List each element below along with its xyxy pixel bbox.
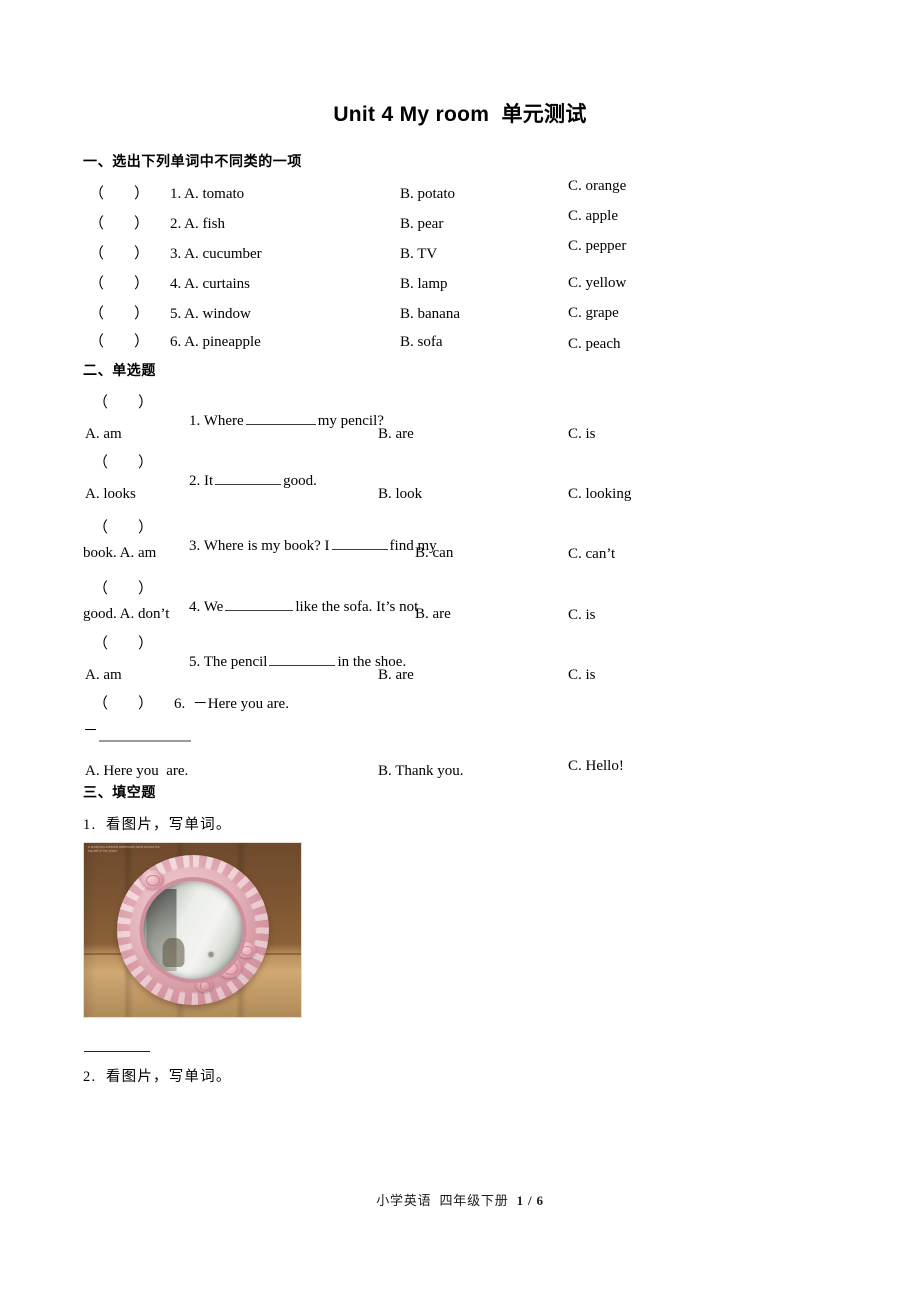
option-b[interactable]: B. TV — [400, 245, 437, 263]
question-stem-pre: 5. The pencil — [189, 654, 268, 670]
question-stem: 6. －Here you are. — [174, 696, 289, 712]
option-a[interactable]: A. am — [85, 425, 122, 443]
answer-bracket[interactable]: （ ） — [93, 454, 153, 472]
question-stem: 3. A. cucumber — [170, 246, 262, 262]
question-stem-post: my pencil? — [317, 413, 384, 429]
option-b[interactable]: B. are — [378, 666, 414, 684]
option-b[interactable]: B. can — [415, 544, 453, 562]
option-b[interactable]: B. are — [378, 425, 414, 443]
option-c[interactable]: C. is — [568, 606, 596, 624]
option-a[interactable]: A. am — [85, 666, 122, 684]
answer-bracket[interactable]: （ ） — [93, 580, 153, 598]
answer-bracket[interactable]: （ ） — [89, 305, 149, 323]
option-b[interactable]: B. sofa — [400, 333, 443, 351]
answer-bracket[interactable]: （ ） — [89, 333, 149, 351]
option-c[interactable]: C. yellow — [568, 274, 626, 292]
section-heading-1: 一、选出下列单词中不同类的一项 — [83, 153, 302, 169]
option-c[interactable]: C. peach — [568, 335, 620, 353]
option-a[interactable]: book. A. am — [83, 544, 156, 562]
footer-page-number: 1 — [516, 1193, 524, 1208]
question-stem: 4. We like the sofa. It’s not — [174, 580, 418, 634]
mirror-glass — [143, 881, 242, 979]
section-heading-3: 三、填空题 — [83, 784, 156, 800]
option-c[interactable]: C. apple — [568, 207, 618, 225]
footer-separator: / — [528, 1193, 533, 1208]
worksheet-page: Unit 4 My room 单元测试 一、选出下列单词中不同类的一项 （ ） … — [0, 0, 920, 1302]
answer-bracket[interactable]: （ ） — [89, 275, 149, 293]
option-c[interactable]: C. orange — [568, 177, 626, 195]
question-stem-pre: 2. It — [189, 473, 214, 489]
question-stem: 4. A. curtains — [170, 276, 250, 292]
reply-dash: － — [83, 723, 99, 739]
question-stem-post: good. — [283, 473, 317, 489]
section-heading-2: 二、单选题 — [83, 362, 156, 378]
question-stem: 6. A. pineapple — [170, 334, 261, 350]
answer-bracket[interactable]: （ ） — [93, 394, 153, 412]
fill-blank[interactable] — [215, 484, 282, 485]
question-stem: 3. Where is my book? Ifind my — [174, 519, 437, 573]
option-b[interactable]: B. are — [415, 605, 451, 623]
option-a[interactable]: A. Here you are. — [85, 762, 188, 780]
fill-question-prompt: 2. 看图片，写单词。 — [83, 1069, 232, 1085]
footer-total-pages: 6 — [536, 1193, 544, 1208]
fill-blank[interactable] — [331, 549, 388, 550]
reflection-object — [162, 937, 185, 968]
option-b[interactable]: B. pear — [400, 215, 443, 233]
option-a[interactable]: good. A. don’t — [83, 605, 169, 623]
reflection-highlight — [208, 951, 214, 957]
answer-blank[interactable] — [84, 1051, 150, 1052]
answer-bracket[interactable]: （ ） — [89, 185, 149, 203]
option-b[interactable]: B. lamp — [400, 275, 448, 293]
option-b[interactable]: B. potato — [400, 185, 455, 203]
fill-blank[interactable] — [225, 610, 294, 611]
answer-bracket[interactable]: （ ） — [93, 695, 153, 713]
page-title: Unit 4 My room 单元测试 — [333, 103, 587, 126]
photo-watermark: a small low-contrast watermark band acro… — [88, 845, 160, 854]
option-a[interactable]: A. looks — [85, 485, 136, 503]
fill-blank[interactable] — [99, 740, 191, 742]
mirror-frame — [116, 855, 269, 1005]
answer-bracket[interactable]: （ ） — [89, 245, 149, 263]
option-c[interactable]: C. grape — [568, 304, 619, 322]
question-stem: 1. A. tomato — [170, 186, 245, 202]
mirror-photo: a small low-contrast watermark band acro… — [83, 842, 302, 1018]
option-c[interactable]: C. can’t — [568, 545, 615, 563]
fill-question-prompt: 1. 看图片，写单词。 — [83, 817, 232, 833]
question-stem-pre: 1. Where — [189, 413, 244, 429]
option-b[interactable]: B. look — [378, 485, 422, 503]
fill-blank[interactable] — [269, 665, 336, 666]
question-stem-post: like the sofa. It’s not — [295, 599, 419, 615]
question-stem: 2. A. fish — [170, 216, 226, 232]
footer-subject: 小学英语 四年级下册 — [376, 1193, 509, 1208]
question-stem-pre: 4. We — [189, 599, 224, 615]
option-c[interactable]: C. looking — [568, 485, 631, 503]
question-stem: 1. Where my pencil? — [174, 394, 384, 448]
option-b[interactable]: B. banana — [400, 305, 460, 323]
answer-bracket[interactable]: （ ） — [89, 215, 149, 233]
question-stem-pre: 3. Where is my book? I — [189, 538, 330, 554]
option-c[interactable]: C. Hello! — [568, 757, 624, 775]
answer-bracket[interactable]: （ ） — [93, 635, 153, 653]
option-c[interactable]: C. is — [568, 666, 596, 684]
question-stem: 2. It good. — [174, 454, 317, 508]
fill-blank[interactable] — [245, 424, 316, 425]
option-b[interactable]: B. Thank you. — [378, 762, 464, 780]
question-stem: 5. The pencil in the shoe. — [174, 635, 406, 689]
page-footer: 小学英语 四年级下册 1 / 6 — [0, 1190, 920, 1209]
option-c[interactable]: C. is — [568, 425, 596, 443]
question-stem: 5. A. window — [170, 306, 251, 322]
option-c[interactable]: C. pepper — [568, 237, 626, 255]
answer-bracket[interactable]: （ ） — [93, 519, 153, 537]
